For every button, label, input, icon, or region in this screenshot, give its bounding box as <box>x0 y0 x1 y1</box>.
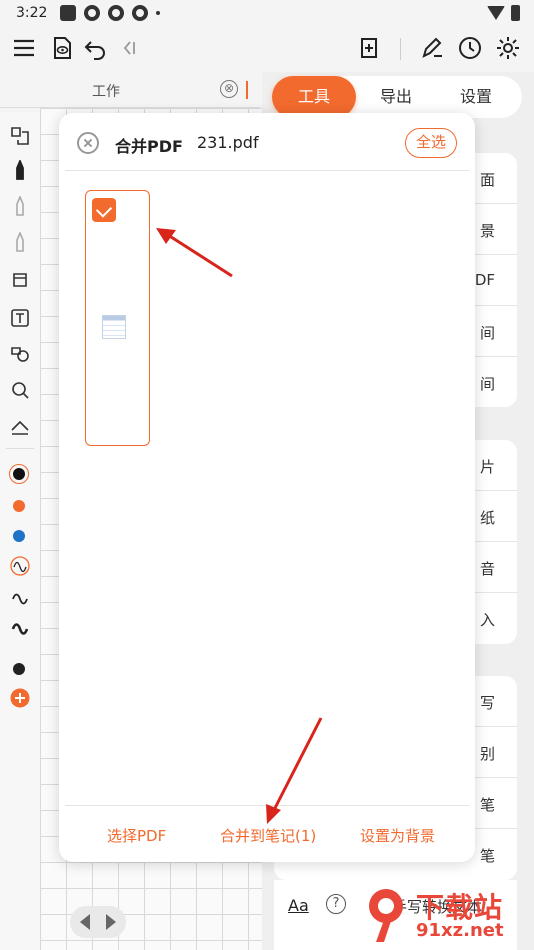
settings-gear-icon[interactable] <box>494 34 522 62</box>
notification-gear-icon <box>132 5 148 21</box>
tool-item[interactable]: DF <box>475 271 495 289</box>
pdf-file-name: 231.pdf <box>197 133 259 152</box>
close-icon[interactable] <box>77 132 99 154</box>
text-tool-icon[interactable] <box>10 308 30 328</box>
tool-divider <box>6 448 34 449</box>
undo-icon[interactable] <box>82 34 110 62</box>
tool-item[interactable]: 入 <box>480 609 495 630</box>
eraser-tool-icon[interactable] <box>10 270 30 290</box>
tool-item[interactable]: 景 <box>480 220 495 241</box>
status-bar: 3:22 <box>0 0 534 28</box>
tab-close-icon[interactable]: ⊗ <box>220 80 238 98</box>
text-convert-icon: Aa <box>288 896 309 915</box>
notification-gear-icon <box>84 5 100 21</box>
select-tool-icon[interactable] <box>10 126 30 146</box>
menu-icon[interactable] <box>10 34 38 62</box>
page-table-preview <box>102 315 126 339</box>
toolbar-divider <box>400 38 401 60</box>
notification-gear-icon <box>108 5 124 21</box>
dialog-divider <box>65 170 469 171</box>
watermark-logo-icon <box>369 889 403 942</box>
tool-item[interactable]: 别 <box>480 743 495 764</box>
watermark: 下载站 91xz.net <box>362 880 534 950</box>
color-blue-swatch[interactable] <box>13 530 25 542</box>
left-tool-column <box>0 112 40 950</box>
choose-pdf-button[interactable]: 选择PDF <box>107 825 166 846</box>
ruler-tool-icon[interactable] <box>10 416 30 436</box>
dialog-title: 合并PDF <box>115 137 183 156</box>
tool-item[interactable]: 间 <box>480 373 495 394</box>
page-checkbox[interactable] <box>92 198 116 222</box>
tab-label: 工作 <box>92 84 120 100</box>
tool-item[interactable]: 纸 <box>480 507 495 528</box>
tab-settings[interactable]: 设置 <box>436 76 516 118</box>
tool-item[interactable]: 音 <box>480 558 495 579</box>
stroke-thin-icon[interactable] <box>10 556 30 576</box>
lasso-tool-icon[interactable] <box>10 380 30 400</box>
shape-tool-icon[interactable] <box>10 344 30 364</box>
select-all-button[interactable]: 全选 <box>405 128 457 158</box>
tool-item[interactable]: 笔 <box>480 845 495 866</box>
merge-to-note-button[interactable]: 合并到笔记(1) <box>220 825 316 846</box>
tab-active-marker <box>246 81 248 99</box>
history-clock-icon[interactable] <box>456 34 484 62</box>
tool-item[interactable]: 间 <box>480 322 495 343</box>
tab-tools[interactable]: 工具 <box>272 76 356 118</box>
battery-icon <box>511 5 520 21</box>
add-page-icon[interactable] <box>356 34 384 62</box>
dialog-divider <box>65 805 469 806</box>
page-navigator[interactable] <box>70 906 126 938</box>
pen-settings-icon[interactable] <box>418 34 446 62</box>
notification-more-icon <box>156 11 160 15</box>
tab-export[interactable]: 导出 <box>356 76 436 118</box>
stroke-thick-icon[interactable] <box>10 618 30 638</box>
document-tab[interactable]: 工作 ⊗ <box>0 72 260 108</box>
stroke-medium-icon[interactable] <box>10 588 30 608</box>
status-notification-icons <box>60 5 160 21</box>
color-orange-swatch[interactable] <box>13 500 25 512</box>
pdf-page-thumbnail[interactable] <box>85 190 150 446</box>
set-as-background-button[interactable]: 设置为背景 <box>360 825 435 846</box>
collapse-left-icon[interactable] <box>116 34 144 62</box>
color-black-swatch[interactable] <box>13 468 25 480</box>
merge-pdf-dialog: 合并PDF 231.pdf 全选 选择PDF 合并到笔记(1) 设置为背景 <box>59 113 475 862</box>
top-toolbar <box>0 28 534 70</box>
right-panel-tabs: 工具 导出 设置 <box>272 76 522 118</box>
tool-item[interactable]: 笔 <box>480 794 495 815</box>
pencil-tool-icon[interactable] <box>10 196 30 216</box>
wifi-icon <box>487 6 505 20</box>
watermark-url: 91xz.net <box>416 920 504 941</box>
add-color-icon[interactable] <box>10 688 30 708</box>
preview-icon[interactable] <box>48 34 76 62</box>
next-page-icon[interactable] <box>106 914 116 930</box>
marker-tool-icon[interactable] <box>10 232 30 252</box>
help-icon[interactable]: ? <box>326 894 346 914</box>
status-time: 3:22 <box>16 5 48 21</box>
color-dark-swatch[interactable] <box>13 663 25 675</box>
tool-item[interactable]: 面 <box>480 169 495 190</box>
notification-app-icon <box>60 5 76 21</box>
tool-item[interactable]: 片 <box>480 456 495 477</box>
tool-item[interactable]: 写 <box>480 692 495 713</box>
pen-tool-icon[interactable] <box>10 160 30 180</box>
prev-page-icon[interactable] <box>80 914 90 930</box>
status-system-icons <box>487 5 520 21</box>
